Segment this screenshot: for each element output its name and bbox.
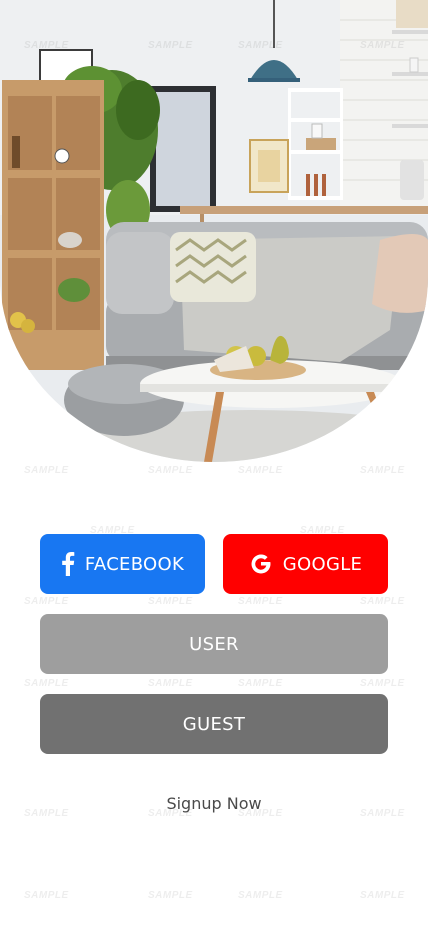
hero-living-room-image	[0, 0, 428, 462]
watermark-label: SAMPLE	[238, 678, 283, 689]
watermark-label: SAMPLE	[238, 596, 283, 607]
facebook-button-label: FACEBOOK	[84, 553, 185, 575]
google-icon	[249, 552, 273, 576]
user-button-label: USER	[189, 633, 239, 655]
watermark-label: SAMPLE	[148, 890, 193, 901]
watermark-label: SAMPLE	[24, 890, 69, 901]
user-login-button[interactable]: USER	[40, 614, 388, 674]
watermark-label: SAMPLE	[360, 890, 405, 901]
watermark-label: SAMPLE	[148, 596, 193, 607]
watermark-label: SAMPLE	[360, 596, 405, 607]
watermark-label: SAMPLE	[148, 678, 193, 689]
google-login-button[interactable]: GOOGLE	[223, 534, 388, 594]
watermark-label: SAMPLE	[24, 596, 69, 607]
google-button-label: GOOGLE	[282, 553, 363, 575]
facebook-icon	[61, 552, 75, 576]
watermark-label: SAMPLE	[360, 465, 405, 476]
watermark-label: SAMPLE	[148, 465, 193, 476]
watermark-label: SAMPLE	[238, 890, 283, 901]
watermark-label: SAMPLE	[238, 465, 283, 476]
guest-login-button[interactable]: GUEST	[40, 694, 388, 754]
watermark-label: SAMPLE	[24, 678, 69, 689]
guest-button-label: GUEST	[182, 713, 246, 735]
signup-link[interactable]: Signup Now	[0, 794, 428, 813]
facebook-login-button[interactable]: FACEBOOK	[40, 534, 205, 594]
watermark-label: SAMPLE	[24, 465, 69, 476]
watermark-label: SAMPLE	[360, 678, 405, 689]
